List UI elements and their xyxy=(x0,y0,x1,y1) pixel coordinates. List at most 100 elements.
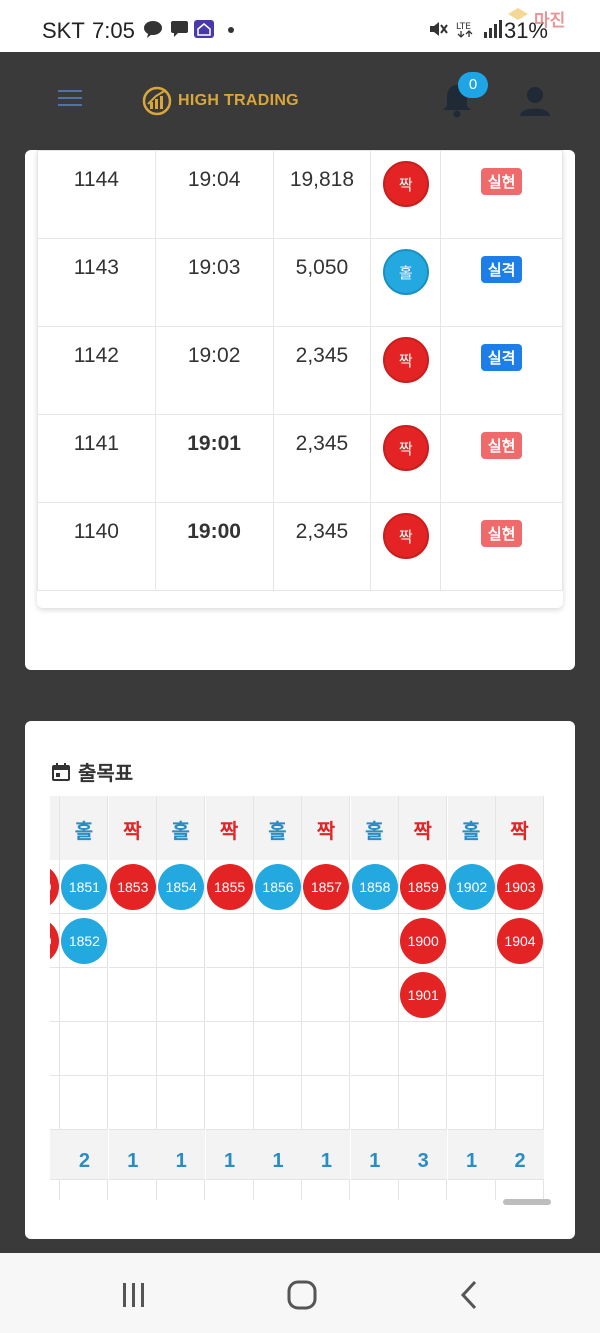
calendar-icon xyxy=(52,762,70,781)
column-count: 1 xyxy=(254,1130,302,1180)
result-cell: 짝 xyxy=(370,150,442,239)
column-header: 짝 xyxy=(496,796,543,860)
amount-cell-text: 19,818 xyxy=(289,168,355,191)
round-cell: 1142 xyxy=(37,326,156,415)
grid-cell: 1851 xyxy=(60,860,108,914)
user-icon[interactable] xyxy=(518,84,552,118)
grid-cell: 1901 xyxy=(399,968,447,1022)
table-row: 1143 19:03 5,050 홀 실격 xyxy=(37,238,563,327)
time-cell-text: 19:02 xyxy=(187,344,241,367)
grid-cell xyxy=(350,968,398,1022)
column-count: 1 xyxy=(108,1130,157,1180)
menu-icon[interactable] xyxy=(58,90,82,108)
round-ball: 1901 xyxy=(400,972,447,1018)
pattern-grid[interactable]: 짝184918502홀185118522짝18531홀18541짝18551홀1… xyxy=(50,796,550,1200)
lte-icon: LTE xyxy=(456,22,473,38)
grid-cell xyxy=(302,1022,350,1076)
column-header: 홀 xyxy=(60,796,108,860)
recent-apps-button[interactable] xyxy=(114,1275,154,1315)
round-cell-text: 1144 xyxy=(73,168,119,191)
amount-cell-text: 2,345 xyxy=(295,520,349,543)
grid-cell: 1858 xyxy=(350,860,398,914)
pattern-title: 출목표 xyxy=(51,757,133,786)
time-cell: 19:01 xyxy=(154,414,274,503)
grid-cell xyxy=(496,968,543,1022)
amount-cell-text: 2,345 xyxy=(295,344,349,367)
app-header: HIGH TRADING 0 xyxy=(0,52,600,150)
grid-cell xyxy=(60,968,108,1022)
pattern-column: 짝 1857 1 xyxy=(302,796,351,1200)
pattern-column: 홀 1856 1 xyxy=(254,796,302,1200)
column-header: 짝 xyxy=(399,796,447,860)
pattern-column: 짝 1859 1900 1901 3 xyxy=(399,796,448,1200)
pattern-column: 짝 1903 1904 2 xyxy=(496,796,544,1200)
grid-cell xyxy=(447,968,495,1022)
column-header: 홀 xyxy=(350,796,398,860)
amount-cell: 2,345 xyxy=(272,414,372,503)
pattern-column: 홀 1854 1 xyxy=(157,796,206,1200)
home-button[interactable] xyxy=(282,1275,322,1315)
grid-cell xyxy=(205,1022,253,1076)
grid-cell xyxy=(108,1076,156,1130)
round-cell: 1141 xyxy=(37,414,156,503)
status-badge: 실현 xyxy=(480,168,523,195)
result-ball: 짝 xyxy=(382,425,429,471)
grid-cell xyxy=(60,1022,108,1076)
status-cell: 실격 xyxy=(440,238,563,327)
column-count: 2 xyxy=(50,1130,60,1180)
message-icon xyxy=(171,21,188,37)
column-count: 1 xyxy=(350,1130,399,1180)
column-header: 홀 xyxy=(157,796,205,860)
round-ball: 1853 xyxy=(109,864,156,910)
table-row: 1142 19:02 2,345 짝 실격 xyxy=(37,326,563,415)
column-count: 1 xyxy=(157,1130,206,1180)
round-cell-text: 1143 xyxy=(73,256,119,279)
horizontal-scrollbar[interactable] xyxy=(503,1199,551,1205)
grid-cell: 1849 xyxy=(50,860,59,914)
pattern-column: 짝 1855 1 xyxy=(205,796,254,1200)
round-cell-text: 1142 xyxy=(73,344,119,367)
notification-badge: 0 xyxy=(458,72,488,98)
status-badge: 실현 xyxy=(480,432,523,459)
grid-cell: 1902 xyxy=(447,860,495,914)
time-cell: 19:04 xyxy=(154,150,274,239)
result-ball: 짝 xyxy=(382,513,429,559)
round-ball: 1858 xyxy=(351,864,398,910)
grid-cell: 1854 xyxy=(157,860,205,914)
grid-cell xyxy=(447,1076,495,1130)
column-count: 2 xyxy=(60,1130,109,1180)
grid-cell xyxy=(399,1022,447,1076)
round-ball: 1850 xyxy=(50,918,59,964)
pattern-card: 출목표 짝184918502홀185118522짝18531홀18541짝185… xyxy=(25,721,575,1239)
home-app-icon xyxy=(194,20,214,38)
round-ball: 1854 xyxy=(158,864,205,910)
grid-cell: 1856 xyxy=(254,860,301,914)
grid-cell xyxy=(302,914,350,968)
time-cell: 19:00 xyxy=(154,502,274,591)
grid-cell xyxy=(157,1022,205,1076)
grid-cell xyxy=(60,1076,108,1130)
back-button[interactable] xyxy=(450,1275,490,1315)
amount-cell-text: 5,050 xyxy=(295,256,349,279)
watermark-logo-icon: 마진 xyxy=(508,8,565,31)
grid-cell xyxy=(302,1076,350,1130)
grid-cell xyxy=(254,968,301,1022)
pattern-column: 홀 1851 1852 2 xyxy=(60,796,109,1200)
grid-cell: 1903 xyxy=(496,860,543,914)
status-cell: 실현 xyxy=(440,502,563,591)
round-cell-text: 1140 xyxy=(73,520,119,543)
status-cell: 실현 xyxy=(440,414,563,503)
round-ball: 1859 xyxy=(400,864,447,910)
round-cell-text: 1141 xyxy=(73,432,119,455)
status-badge: 실격 xyxy=(480,256,523,283)
round-ball: 1902 xyxy=(448,864,495,910)
table-row: 1140 19:00 2,345 짝 실현 xyxy=(37,502,563,591)
amount-cell-text: 2,345 xyxy=(295,432,349,455)
brand-logo[interactable]: HIGH TRADING xyxy=(142,86,299,116)
result-cell: 홀 xyxy=(370,238,442,327)
result-cell: 짝 xyxy=(370,502,442,591)
grid-cell xyxy=(108,1022,156,1076)
amount-cell: 2,345 xyxy=(272,502,372,591)
grid-cell xyxy=(350,1022,398,1076)
column-count: 1 xyxy=(205,1130,254,1180)
